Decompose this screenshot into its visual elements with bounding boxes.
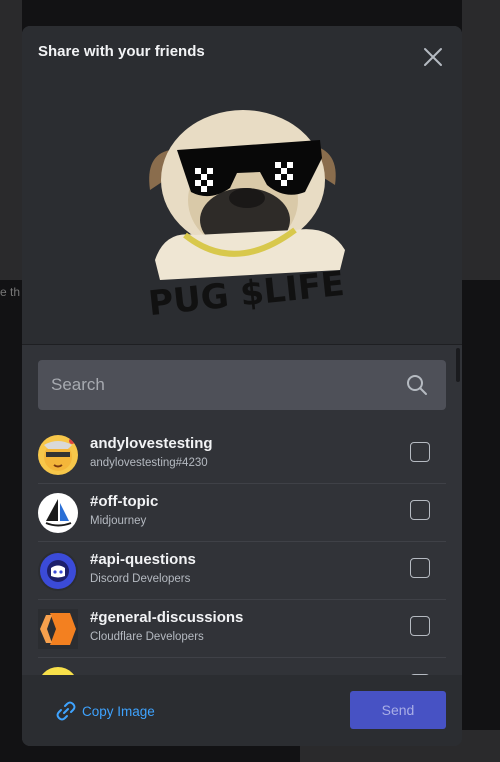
copy-image-link[interactable]: Copy Image [56, 701, 155, 721]
search-icon [407, 375, 427, 395]
sailboat-icon [45, 499, 72, 527]
select-checkbox[interactable] [410, 558, 430, 578]
recipient-subtitle: Discord Developers [90, 573, 191, 585]
recipient-subtitle: Midjourney [90, 515, 147, 527]
send-button[interactable]: Send [350, 691, 446, 729]
pug-life-sticker: PUG $LIFE [146, 110, 346, 324]
search-bar[interactable] [38, 360, 446, 410]
recipient-list: andylovestesting andylovestesting#4230 #… [22, 425, 462, 675]
link-icon [56, 701, 76, 721]
recipient-subtitle: Cloudflare Developers [90, 631, 204, 643]
avatar [38, 435, 78, 475]
close-button[interactable] [422, 46, 444, 68]
background-text: e th [0, 285, 21, 299]
modal-header: Share with your friends PUG $LIFE [22, 26, 462, 344]
cloudflare-chevron-icon [40, 613, 76, 645]
background-panel [462, 0, 500, 280]
list-item[interactable]: andylovestesting andylovestesting#4230 [38, 425, 430, 483]
list-item[interactable]: #api-questions Discord Developers [38, 541, 430, 599]
search-input[interactable] [38, 360, 398, 410]
copy-image-label: Copy Image [82, 703, 155, 719]
select-checkbox[interactable] [410, 616, 430, 636]
scrollbar-thumb[interactable] [456, 348, 460, 382]
avatar [38, 667, 78, 675]
modal-title: Share with your friends [38, 43, 205, 60]
recipient-name: andylovestesting [90, 435, 213, 452]
discord-gear-icon [40, 553, 76, 589]
avatar [38, 609, 78, 649]
recipient-subtitle: andylovestesting#4230 [90, 457, 208, 469]
list-item[interactable]: #general-discussions Cloudflare Develope… [38, 599, 430, 657]
select-checkbox[interactable] [410, 500, 430, 520]
select-checkbox[interactable] [410, 442, 430, 462]
recipient-name: #general-discussions [90, 609, 244, 626]
emoji-avatar-icon [44, 438, 75, 471]
avatar [38, 493, 78, 533]
recipient-name: #api-questions [90, 551, 196, 568]
header-divider [22, 344, 462, 345]
modal-footer: Copy Image Send [22, 675, 462, 746]
share-modal: Share with your friends PUG $LIFE Search… [22, 26, 462, 746]
avatar [38, 551, 78, 591]
recipient-name: #off-topic [90, 493, 159, 510]
list-item[interactable] [38, 657, 430, 675]
background-panel [0, 0, 22, 280]
list-item[interactable]: #off-topic Midjourney [38, 483, 430, 541]
close-icon [424, 48, 442, 66]
